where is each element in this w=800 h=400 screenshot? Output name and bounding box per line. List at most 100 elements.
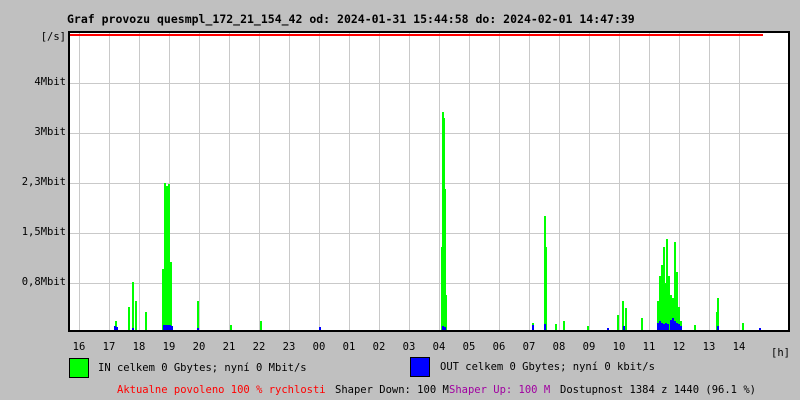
x-tick-label: 22 xyxy=(252,341,266,353)
gridline-vertical xyxy=(319,33,320,330)
x-tick-label: 06 xyxy=(492,341,506,353)
data-bar-out xyxy=(132,328,134,330)
x-tick-label: 09 xyxy=(582,341,596,353)
gridline-vertical xyxy=(499,33,500,330)
gridline-vertical xyxy=(199,33,200,330)
y-tick-label: 3Mbit xyxy=(34,126,66,138)
x-tick-label: 18 xyxy=(132,341,146,353)
out-legend-label: OUT celkem 0 Gbytes; nyní 0 kbit/s xyxy=(440,361,655,373)
data-bar-in xyxy=(170,262,172,330)
gridline-vertical xyxy=(469,33,470,330)
y-tick-label: 2,3Mbit xyxy=(21,176,66,188)
data-bar-in xyxy=(617,315,619,330)
data-bar-out xyxy=(116,327,118,330)
gridline-vertical xyxy=(589,33,590,330)
data-bar-out xyxy=(667,324,669,330)
data-bar-out xyxy=(532,325,534,330)
gridline-vertical xyxy=(349,33,350,330)
x-tick-label: 03 xyxy=(402,341,416,353)
x-tick-label: 11 xyxy=(642,341,656,353)
gridline-vertical xyxy=(679,33,680,330)
shaper-down-text: Shaper Down: 100 M xyxy=(335,384,449,396)
gridline-horizontal xyxy=(70,233,788,234)
y-tick-label: 0,8Mbit xyxy=(21,276,66,288)
data-bar-out xyxy=(544,324,546,330)
data-bar-in xyxy=(742,323,744,330)
x-tick-label: 07 xyxy=(522,341,536,353)
gridline-vertical xyxy=(529,33,530,330)
data-bar-in xyxy=(641,318,643,330)
x-tick-label: 21 xyxy=(222,341,236,353)
x-tick-label: 19 xyxy=(162,341,176,353)
data-bar-in xyxy=(563,321,565,330)
data-bar-out xyxy=(717,326,719,330)
in-legend-label: IN celkem 0 Gbytes; nyní 0 Mbit/s xyxy=(98,362,307,374)
data-bar-out xyxy=(759,328,761,330)
y-tick-label: 4Mbit xyxy=(34,76,66,88)
shaper-limit-line xyxy=(70,34,763,36)
data-bar-in xyxy=(260,321,262,330)
x-tick-label: 23 xyxy=(282,341,296,353)
data-bar-in xyxy=(128,307,130,330)
data-bar-in xyxy=(625,308,627,330)
graph-title: Graf provozu quesmpl_172_21_154_42 od: 2… xyxy=(67,12,635,26)
data-bar-in xyxy=(132,282,134,330)
x-tick-label: 02 xyxy=(372,341,386,353)
out-legend-swatch xyxy=(410,357,430,377)
x-tick-label: 16 xyxy=(72,341,86,353)
data-bar-in xyxy=(694,325,696,330)
x-tick-label: 00 xyxy=(312,341,326,353)
x-axis-unit-label: [h] xyxy=(771,347,790,359)
data-bar-in xyxy=(135,301,137,330)
data-bar-in xyxy=(145,312,147,330)
y-tick-label: 1,5Mbit xyxy=(21,226,66,238)
gridline-vertical xyxy=(709,33,710,330)
data-bar-out xyxy=(623,326,625,330)
gridline-vertical xyxy=(289,33,290,330)
gridline-vertical xyxy=(79,33,80,330)
gridline-vertical xyxy=(379,33,380,330)
x-tick-label: 10 xyxy=(612,341,626,353)
gridline-vertical xyxy=(739,33,740,330)
x-tick-label: 01 xyxy=(342,341,356,353)
gridline-horizontal xyxy=(70,283,788,284)
gridline-vertical xyxy=(139,33,140,330)
x-tick-label: 12 xyxy=(672,341,686,353)
plot-canvas xyxy=(70,33,788,330)
data-bar-in xyxy=(545,247,547,330)
data-bar-out xyxy=(319,327,321,330)
gridline-horizontal xyxy=(70,183,788,184)
data-bar-in xyxy=(587,326,589,330)
in-legend-swatch xyxy=(69,358,89,378)
data-bar-out xyxy=(444,327,446,330)
shaper-up-text: Shaper Up: 100 M xyxy=(449,384,551,396)
availability-text: Dostupnost 1384 z 1440 (96.1 %) xyxy=(560,384,756,396)
data-bar-in xyxy=(445,295,447,330)
gridline-horizontal xyxy=(70,83,788,84)
traffic-graph-page: Graf provozu quesmpl_172_21_154_42 od: 2… xyxy=(0,0,800,400)
data-bar-out xyxy=(607,328,609,330)
plot-area xyxy=(68,31,790,332)
gridline-vertical xyxy=(409,33,410,330)
x-tick-label: 05 xyxy=(462,341,476,353)
x-tick-label: 04 xyxy=(432,341,446,353)
allowed-speed-text: Aktualne povoleno 100 % rychlosti xyxy=(117,384,326,396)
gridline-vertical xyxy=(559,33,560,330)
gridline-horizontal xyxy=(70,133,788,134)
gridline-vertical xyxy=(619,33,620,330)
x-tick-label: 13 xyxy=(702,341,716,353)
data-bar-out xyxy=(171,326,173,330)
data-bar-in xyxy=(555,324,557,330)
gridline-vertical xyxy=(439,33,440,330)
data-bar-in xyxy=(230,325,232,330)
x-tick-label: 17 xyxy=(102,341,116,353)
y-axis-unit-label: [/s] xyxy=(40,31,66,43)
gridline-vertical xyxy=(229,33,230,330)
x-tick-label: 20 xyxy=(192,341,206,353)
gridline-vertical xyxy=(259,33,260,330)
gridline-vertical xyxy=(109,33,110,330)
x-tick-label: 08 xyxy=(552,341,566,353)
gridline-vertical xyxy=(649,33,650,330)
data-bar-in xyxy=(197,301,199,330)
data-bar-out xyxy=(197,328,199,330)
